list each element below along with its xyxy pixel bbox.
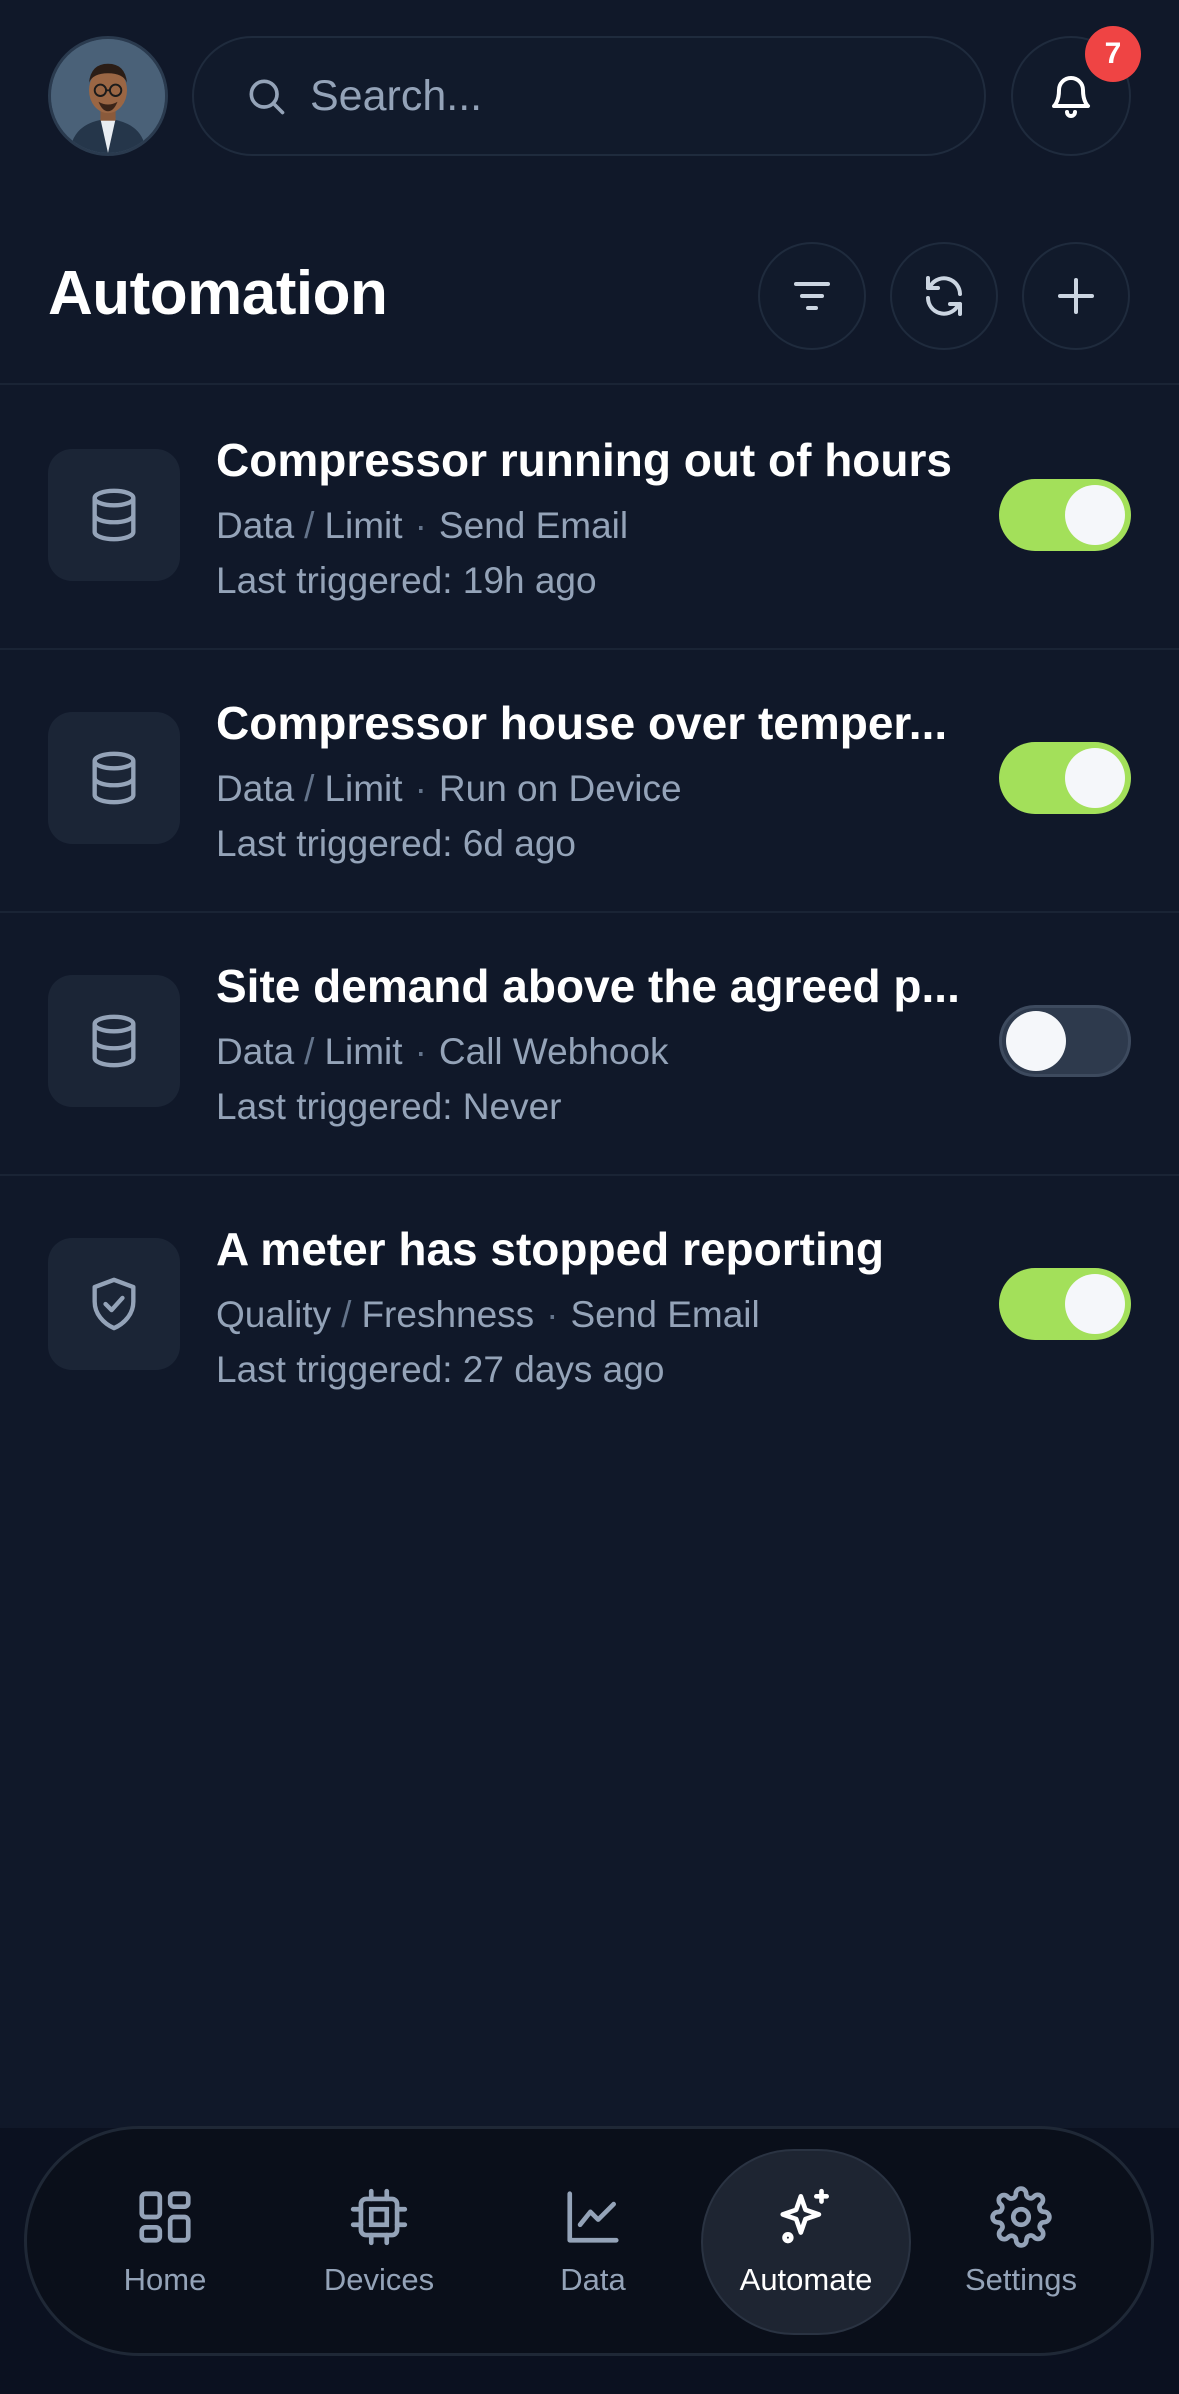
- automation-type: Freshness: [361, 1294, 535, 1335]
- database-icon: [92, 488, 136, 542]
- automation-type-icon-container: [48, 1238, 180, 1370]
- refresh-button[interactable]: [890, 242, 998, 350]
- automation-meta: Data / Limit · Run on Device: [216, 768, 682, 810]
- separator-dot: ·: [414, 1031, 427, 1072]
- refresh-icon: [926, 276, 962, 316]
- last-triggered: Last triggered: 6d ago: [216, 823, 576, 864]
- last-triggered: Last triggered: Never: [216, 1086, 562, 1127]
- automation-type-icon-container: [48, 712, 180, 844]
- top-bar: 7: [0, 0, 1179, 192]
- automation-meta: Quality / Freshness · Send Email: [216, 1294, 760, 1336]
- automation-action: Call Webhook: [438, 1031, 669, 1072]
- separator-dot: ·: [414, 505, 427, 546]
- toggle-knob: [1065, 748, 1125, 808]
- automation-item[interactable]: A meter has stopped reporting Quality / Fr…: [0, 1176, 1179, 1439]
- database-icon: [92, 1014, 136, 1068]
- search-bar[interactable]: [192, 36, 986, 156]
- automation-source: Data: [216, 768, 295, 809]
- enable-toggle[interactable]: [999, 742, 1131, 814]
- search-input[interactable]: [310, 71, 950, 121]
- bell-icon: [1052, 76, 1090, 118]
- automation-action: Send Email: [438, 505, 629, 546]
- notification-count-badge: 7: [1085, 26, 1141, 82]
- nav-data[interactable]: Data: [493, 2149, 693, 2335]
- separator-slash: /: [304, 768, 315, 809]
- automation-source: Quality: [216, 1294, 332, 1335]
- separator-slash: /: [341, 1294, 352, 1335]
- add-automation-button[interactable]: [1022, 242, 1130, 350]
- last-triggered: Last triggered: 27 days ago: [216, 1349, 665, 1390]
- grid-icon: [139, 2191, 191, 2243]
- nav-home[interactable]: Home: [65, 2149, 265, 2335]
- automation-action: Send Email: [570, 1294, 760, 1335]
- automation-title: Compressor running out of hours: [216, 434, 952, 486]
- shield-check-icon: [92, 1277, 136, 1331]
- bottom-navigation: Home Devices Data Automate Settings: [24, 2126, 1154, 2356]
- automation-page: 7 Automation: [0, 0, 1179, 2394]
- nav-label: Settings: [964, 2262, 1077, 2297]
- search-icon: [249, 79, 285, 115]
- nav-label: Data: [560, 2262, 626, 2297]
- automation-type: Limit: [324, 1031, 403, 1072]
- automation-meta: Data / Limit · Send Email: [216, 505, 628, 547]
- automation-meta: Data / Limit · Call Webhook: [216, 1031, 669, 1073]
- sparkles-icon: [780, 2188, 829, 2244]
- avatar-illustration: [51, 39, 165, 153]
- automation-action: Run on Device: [438, 768, 682, 809]
- nav-settings[interactable]: Settings: [921, 2149, 1121, 2335]
- automation-type: Limit: [324, 768, 403, 809]
- nav-label: Devices: [323, 2262, 435, 2297]
- automation-item[interactable]: Site demand above the agreed p... Data / L…: [0, 913, 1179, 1176]
- enable-toggle[interactable]: [999, 1268, 1131, 1340]
- automation-title: Compressor house over temper...: [216, 697, 948, 749]
- automation-source: Data: [216, 1031, 295, 1072]
- avatar[interactable]: [48, 36, 168, 156]
- filter-button[interactable]: [758, 242, 866, 350]
- automation-item[interactable]: Compressor house over temper... Data / Lim…: [0, 650, 1179, 913]
- page-title: Automation: [48, 259, 388, 328]
- nav-devices[interactable]: Devices: [279, 2149, 479, 2335]
- nav-label: Automate: [739, 2262, 873, 2297]
- filter-icon: [794, 282, 830, 310]
- last-triggered: Last triggered: 19h ago: [216, 560, 597, 601]
- page-header: Automation: [0, 230, 1179, 385]
- separator-dot: ·: [546, 1294, 559, 1335]
- line-chart-icon: [567, 2191, 619, 2243]
- automation-title: Site demand above the agreed p...: [216, 960, 960, 1012]
- automation-item[interactable]: Compressor running out of hours Data / Lim…: [0, 387, 1179, 650]
- separator-slash: /: [304, 1031, 315, 1072]
- automation-title: A meter has stopped reporting: [216, 1223, 884, 1275]
- nav-label: Home: [123, 2262, 207, 2297]
- automation-type-icon-container: [48, 449, 180, 581]
- separator-slash: /: [304, 505, 315, 546]
- enable-toggle[interactable]: [999, 1005, 1131, 1077]
- plus-icon: [1058, 278, 1094, 314]
- toggle-knob: [1065, 485, 1125, 545]
- automation-source: Data: [216, 505, 295, 546]
- nav-automate[interactable]: Automate: [701, 2149, 911, 2335]
- chip-icon: [350, 2188, 408, 2246]
- automation-list: Compressor running out of hours Data / Lim…: [0, 387, 1179, 1439]
- separator-dot: ·: [414, 768, 427, 809]
- enable-toggle[interactable]: [999, 479, 1131, 551]
- database-icon: [92, 751, 136, 805]
- gear-icon: [990, 2186, 1052, 2248]
- toggle-knob: [1065, 1274, 1125, 1334]
- automation-type: Limit: [324, 505, 403, 546]
- toggle-knob: [1006, 1011, 1066, 1071]
- automation-type-icon-container: [48, 975, 180, 1107]
